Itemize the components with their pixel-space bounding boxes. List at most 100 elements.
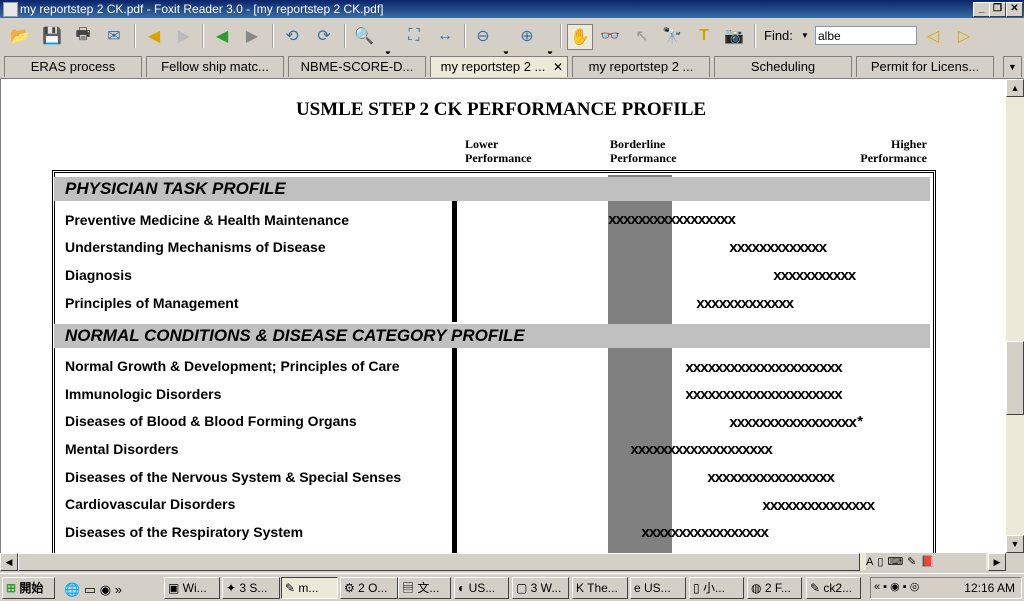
taskbar-button[interactable]: ◐ US...	[454, 577, 509, 599]
camera-icon[interactable]: 📷	[722, 24, 746, 48]
section-header-physician-task: PHYSICIAN TASK PROFILE	[54, 177, 930, 201]
fit-width-icon[interactable]: ↔	[433, 24, 457, 48]
row-label: Diseases of Blood & Blood Forming Organs	[65, 413, 357, 429]
score-bar: xxxxxxxxxxxxxxxxx	[641, 525, 769, 542]
tab-bar: ERAS process Fellow ship matc... NBME-SC…	[0, 54, 1024, 79]
lower-boundary-line	[452, 201, 457, 322]
score-bar: xxxxxxxxxxxxxxxxx	[608, 212, 736, 229]
email-icon[interactable]: ✉	[102, 24, 126, 48]
taskbar-button[interactable]: K The...	[572, 577, 628, 599]
tab-close-icon[interactable]: ✕	[553, 57, 563, 77]
desktop-icon[interactable]: ▭	[84, 582, 96, 597]
hand-tool-icon[interactable]: ✋	[567, 24, 593, 50]
row-label: Diseases of the Respiratory System	[65, 524, 304, 540]
row-label: Understanding Mechanisms of Disease	[65, 239, 326, 255]
score-bar: xxxxxxxxxxxxxxx	[762, 498, 875, 515]
higher-performance-header: Higher Performance	[860, 137, 927, 165]
previous-page-icon[interactable]: ◀	[210, 24, 234, 48]
quicklaunch-icons: 🌐 ▭ ◉ »	[64, 582, 122, 598]
book-icon[interactable]: 📕	[921, 555, 935, 568]
tab-permit[interactable]: Permit for Licens...	[856, 56, 994, 77]
save-icon[interactable]: 💾	[40, 24, 64, 48]
browser-icon[interactable]: 🌐	[64, 582, 80, 597]
close-button[interactable]: ✕	[1006, 2, 1023, 17]
tray-icons[interactable]: « ▪ ◉ ▪ ◎	[874, 580, 919, 593]
pen-icon[interactable]: ✎	[907, 555, 916, 568]
rotate-left-icon[interactable]: ⟲	[280, 24, 304, 48]
taskbar-button-active[interactable]: ✎ m...	[281, 577, 338, 599]
page-icon[interactable]: ▯	[877, 555, 883, 568]
horizontal-scroll-thumb[interactable]	[18, 553, 860, 571]
toolbar: 📂 💾 🖶 ✉ ◀ ▶ ◀ ▶ ⟲ ⟳ 🔍 ▼ ⛶ ↔ ⊖ ▼ ⊕ ▼ ✋ 👓 …	[0, 18, 1024, 58]
title-bar: my reportstep 2 CK.pdf - Foxit Reader 3.…	[0, 0, 1024, 18]
scroll-right-icon[interactable]: ▶	[988, 553, 1006, 571]
tab-scheduling[interactable]: Scheduling	[714, 56, 852, 77]
fit-page-icon[interactable]: ⛶	[402, 24, 426, 48]
taskbar-button[interactable]: ▤ 文...	[398, 577, 451, 599]
taskbar-button[interactable]: ▢ 3 W...	[512, 577, 569, 599]
zoom-icon[interactable]: 🔍	[352, 24, 376, 48]
taskbar-button[interactable]: ◍ 2 F...	[747, 577, 802, 599]
taskbar-button[interactable]: ▣ Wi...	[164, 577, 220, 599]
taskbar-button[interactable]: ✎ ck2...	[806, 577, 861, 599]
scroll-down-icon[interactable]: ▼	[1006, 535, 1024, 553]
binoculars-icon[interactable]: 🔭	[660, 24, 684, 48]
restore-button[interactable]: ❐	[989, 2, 1006, 17]
select-arrow-icon[interactable]: ↖	[630, 24, 654, 48]
zoom-in-icon[interactable]: ⊕	[515, 24, 539, 48]
scroll-thumb[interactable]	[1006, 341, 1024, 415]
taskbar-button[interactable]: ⚙ 2 O...	[340, 577, 398, 599]
score-bar: xxxxxxxxxxxxx	[696, 296, 794, 313]
window-title: my reportstep 2 CK.pdf - Foxit Reader 3.…	[20, 2, 384, 16]
next-page-icon[interactable]: ▶	[240, 24, 264, 48]
glasses-icon[interactable]: 👓	[598, 24, 622, 48]
row-label: Preventive Medicine & Health Maintenance	[65, 212, 349, 228]
find-label: Find:	[764, 28, 793, 43]
row-label: Principles of Management	[65, 295, 239, 311]
vertical-scrollbar[interactable]: ▲ ▼	[1006, 79, 1024, 553]
print-icon[interactable]: 🖶	[71, 24, 95, 48]
system-tray: « ▪ ◉ ▪ ◎ 12:16 AM	[870, 577, 1022, 599]
app-icon	[3, 2, 18, 17]
tab-nbme-score[interactable]: NBME-SCORE-D...	[288, 56, 426, 77]
forward-arrow-icon[interactable]: ▶	[172, 24, 196, 48]
tab-my-reportstep-active[interactable]: my reportstep 2 ... ✕	[430, 56, 568, 77]
find-next-icon[interactable]: ▷	[952, 24, 976, 48]
back-arrow-icon[interactable]: ◀	[142, 24, 166, 48]
score-bar: xxxxxxxxxxxxxxxxx	[707, 470, 835, 487]
row-label: Mental Disorders	[65, 441, 179, 457]
clock: 12:16 AM	[964, 581, 1015, 595]
chevron-down-icon[interactable]: ▼	[801, 31, 809, 40]
taskbar-button[interactable]: ✦ 3 S...	[222, 577, 280, 599]
keyboard-icon[interactable]: ⌨	[887, 555, 903, 568]
report-title: USMLE STEP 2 CK PERFORMANCE PROFILE	[295, 99, 707, 120]
tab-fellowship[interactable]: Fellow ship matc...	[146, 56, 284, 77]
row-label: Cardiovascular Disorders	[65, 496, 236, 512]
tab-my-reportstep[interactable]: my reportstep 2 ...	[572, 56, 710, 77]
start-button[interactable]: ⊞ 開始	[2, 577, 55, 599]
more-chevron-icon[interactable]: »	[115, 582, 122, 597]
zoom-out-icon[interactable]: ⊖	[471, 24, 495, 48]
section-header-normal-conditions: NORMAL CONDITIONS & DISEASE CATEGORY PRO…	[54, 324, 930, 348]
taskbar-button[interactable]: ▯ 小...	[689, 577, 744, 599]
document-view: USMLE STEP 2 CK PERFORMANCE PROFILE Lowe…	[0, 79, 1007, 553]
find-previous-icon[interactable]: ◁	[921, 24, 945, 48]
open-folder-icon[interactable]: 📂	[8, 24, 32, 48]
scroll-up-icon[interactable]: ▲	[1006, 79, 1024, 97]
horizontal-scrollbar[interactable]: ◀ A ▯ ⌨ ✎ 📕 ▶	[0, 553, 1006, 571]
borderline-band	[608, 175, 672, 553]
row-label: Diseases of the Nervous System & Special…	[65, 469, 402, 485]
media-icon[interactable]: ◉	[100, 582, 111, 597]
minimize-button[interactable]: _	[973, 2, 990, 17]
text-icon[interactable]: A	[866, 556, 873, 568]
tab-list-chevron-icon[interactable]: ▼	[1003, 56, 1022, 77]
score-bar: xxxxxxxxxxxxxxxxxxx	[630, 442, 773, 459]
taskbar-button[interactable]: e US...	[630, 577, 686, 599]
lower-performance-header: Lower Performance	[465, 137, 532, 165]
text-select-icon[interactable]: T	[692, 24, 716, 48]
scroll-left-icon[interactable]: ◀	[0, 553, 18, 571]
rotate-right-icon[interactable]: ⟳	[312, 24, 336, 48]
borderline-performance-header: Borderline Performance	[610, 137, 677, 165]
find-input[interactable]	[815, 26, 917, 45]
tab-eras-process[interactable]: ERAS process	[4, 56, 142, 77]
